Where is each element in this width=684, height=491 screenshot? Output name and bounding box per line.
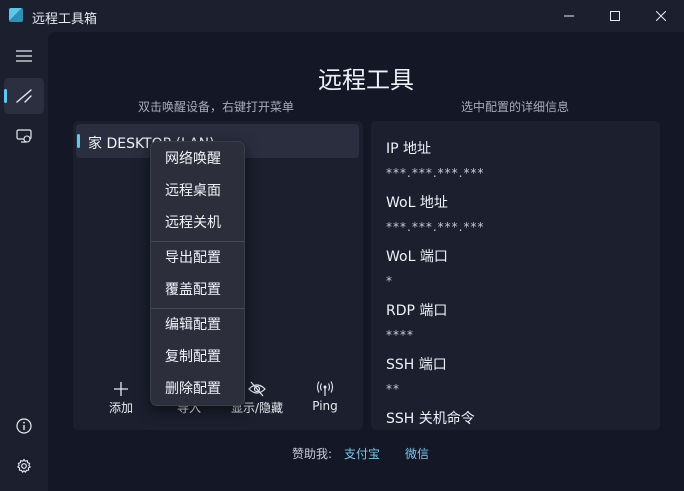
ssh-port-value: ** xyxy=(386,382,400,396)
ping-label: Ping xyxy=(312,399,338,413)
ip-address-label: IP 地址 xyxy=(386,141,432,157)
menu-item-export-config[interactable]: 导出配置 xyxy=(155,243,241,273)
minimize-icon xyxy=(564,15,574,17)
remote-tools-icon xyxy=(16,89,32,103)
menu-separator xyxy=(151,308,244,309)
eye-off-icon xyxy=(248,381,266,397)
menu-separator xyxy=(151,241,244,242)
device-list-hint: 双击唤醒设备，右键打开菜单 xyxy=(137,100,294,114)
plus-icon xyxy=(114,382,128,396)
ssh-port-label: SSH 端口 xyxy=(386,357,447,373)
active-indicator xyxy=(4,89,7,103)
antenna-icon xyxy=(316,381,334,396)
menu-item-delete-config[interactable]: 删除配置 xyxy=(155,374,241,404)
wechat-link[interactable]: 微信 xyxy=(405,445,429,462)
wol-address-value: ***.***.***.*** xyxy=(386,220,485,234)
ip-address-value: ***.***.***.*** xyxy=(386,166,485,180)
menu-item-remote-shutdown[interactable]: 远程关机 xyxy=(155,208,241,238)
menu-item-wake-on-lan[interactable]: 网络唤醒 xyxy=(155,144,241,174)
window-title: 远程工具箱 xyxy=(32,12,98,27)
settings-icon xyxy=(17,458,31,473)
sidebar-item-settings[interactable] xyxy=(4,448,44,484)
page-title: 远程工具 xyxy=(318,66,414,94)
wol-address-label: WoL 地址 xyxy=(386,195,448,211)
sidebar-item-about[interactable] xyxy=(4,408,44,444)
alipay-link[interactable]: 支付宝 xyxy=(344,445,380,462)
maximize-button[interactable] xyxy=(592,0,638,32)
details-panel: IP 地址 ***.***.***.*** WoL 地址 ***.***.***… xyxy=(371,121,660,430)
rdp-port-value: **** xyxy=(386,328,414,342)
wol-port-value: * xyxy=(386,274,393,288)
add-button[interactable]: 添加 xyxy=(91,379,151,419)
minimize-button[interactable] xyxy=(546,0,592,32)
context-menu: 网络唤醒 远程桌面 远程关机 导出配置 覆盖配置 编辑配置 复制配置 删除配置 xyxy=(150,141,245,406)
close-icon xyxy=(656,11,666,21)
remote-desktop-icon xyxy=(16,129,32,143)
title-bar: 远程工具箱 xyxy=(0,0,684,32)
sponsor-label: 赞助我: xyxy=(292,447,333,461)
ssh-shutdown-command-label: SSH 关机命令 xyxy=(386,411,475,427)
wol-port-label: WoL 端口 xyxy=(386,249,448,265)
details-heading: 选中配置的详细信息 xyxy=(460,100,569,114)
main-content: 远程工具 双击唤醒设备，右键打开菜单 选中配置的详细信息 家 DESKTOP (… xyxy=(48,32,684,491)
sidebar xyxy=(0,32,48,491)
sidebar-item-remote-desktop[interactable] xyxy=(4,118,44,154)
selection-indicator xyxy=(77,134,80,148)
menu-item-edit-config[interactable]: 编辑配置 xyxy=(155,310,241,340)
hamburger-icon xyxy=(16,50,32,62)
info-icon xyxy=(16,418,32,434)
rdp-port-label: RDP 端口 xyxy=(386,303,448,319)
menu-item-remote-desktop[interactable]: 远程桌面 xyxy=(155,176,241,206)
app-icon xyxy=(9,8,23,22)
menu-toggle-button[interactable] xyxy=(4,38,44,74)
sidebar-item-remote-tools[interactable] xyxy=(4,78,44,114)
maximize-icon xyxy=(610,11,620,21)
close-button[interactable] xyxy=(638,0,684,32)
ping-button[interactable]: Ping xyxy=(295,379,355,419)
menu-item-overwrite-config[interactable]: 覆盖配置 xyxy=(155,275,241,305)
menu-item-copy-config[interactable]: 复制配置 xyxy=(155,342,241,372)
add-label: 添加 xyxy=(108,401,133,415)
